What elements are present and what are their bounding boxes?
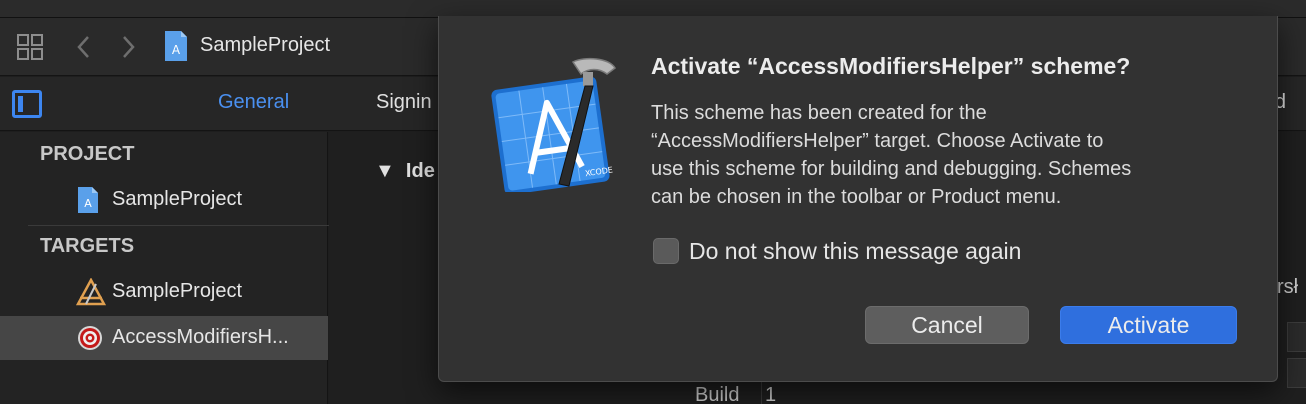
dialog-message-line: “AccessModifiersHelper” target. Choose A… bbox=[651, 130, 1104, 152]
navigator-toggle-icon[interactable] bbox=[12, 90, 42, 118]
text-field-clipped[interactable] bbox=[1287, 322, 1306, 352]
xcode-app-icon: XCODE bbox=[485, 52, 625, 195]
dialog-message: This scheme has been created for the “Ac… bbox=[651, 99, 1241, 211]
dialog-message-line: can be chosen in the toolbar or Product … bbox=[651, 186, 1062, 208]
field-value-clipped: rsł bbox=[1277, 276, 1299, 298]
build-field[interactable] bbox=[761, 380, 1306, 404]
build-label: Build bbox=[695, 384, 740, 404]
svg-text:A: A bbox=[172, 43, 181, 57]
disclosure-triangle-icon[interactable]: ▼ bbox=[375, 160, 395, 182]
build-value[interactable]: 1 bbox=[765, 384, 776, 404]
do-not-show-again-checkbox[interactable] bbox=[653, 238, 679, 264]
grid-icon[interactable] bbox=[14, 31, 46, 63]
project-section-header: PROJECT bbox=[40, 143, 135, 165]
app-target-icon bbox=[75, 277, 107, 306]
dialog-message-line: use this scheme for building and debuggi… bbox=[651, 158, 1132, 180]
divider bbox=[28, 225, 340, 226]
do-not-show-again-label[interactable]: Do not show this message again bbox=[689, 238, 1021, 265]
project-file-icon: A bbox=[163, 30, 189, 67]
target-bullseye-icon bbox=[76, 324, 104, 352]
activate-scheme-dialog: XCODE Activate “AccessModifiersHelper” s… bbox=[438, 16, 1278, 382]
activate-button[interactable]: Activate bbox=[1060, 306, 1237, 344]
identity-section-header[interactable]: ▼ Ide bbox=[375, 160, 435, 183]
sidebar-item-label: SampleProject bbox=[112, 188, 243, 210]
sidebar-item-target-sampleproject[interactable]: SampleProject bbox=[0, 270, 328, 314]
project-title[interactable]: SampleProject bbox=[200, 34, 330, 57]
project-navigator: PROJECT A SampleProject TARGETS SamplePr… bbox=[0, 132, 340, 404]
identity-section-label: Ide bbox=[405, 160, 435, 182]
dialog-message-line: This scheme has been created for the bbox=[651, 102, 987, 124]
cancel-button[interactable]: Cancel bbox=[865, 306, 1029, 344]
project-file-icon: A bbox=[76, 186, 104, 214]
sidebar-item-target-accessmodifiershelper[interactable]: AccessModifiersH... bbox=[0, 316, 328, 360]
tab-signing[interactable]: Signin bbox=[376, 91, 432, 114]
sidebar-item-label: AccessModifiersH... bbox=[112, 326, 289, 348]
svg-text:A: A bbox=[84, 197, 92, 210]
sidebar-item-project[interactable]: A SampleProject bbox=[0, 178, 328, 222]
back-arrow-icon[interactable] bbox=[68, 31, 100, 63]
sidebar-item-label: SampleProject bbox=[112, 280, 243, 302]
dialog-title: Activate “AccessModifiersHelper” scheme? bbox=[651, 53, 1131, 79]
forward-arrow-icon[interactable] bbox=[112, 31, 144, 63]
tab-general[interactable]: General bbox=[218, 91, 289, 114]
targets-section-header: TARGETS bbox=[40, 235, 135, 257]
